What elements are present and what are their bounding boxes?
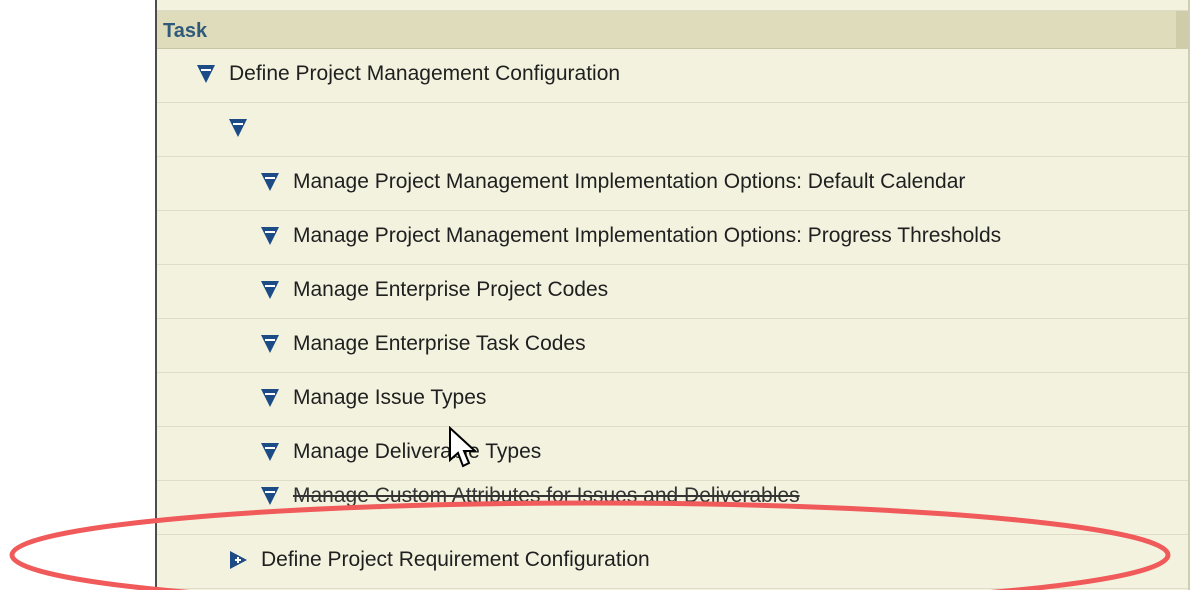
expanded-triangle-icon[interactable]: [259, 484, 281, 508]
tree-row-task[interactable]: Manage Enterprise Project Codes: [157, 265, 1188, 319]
task-column-header[interactable]: Task: [157, 11, 1188, 49]
tree-row-task[interactable]: Manage Enterprise Task Codes: [157, 319, 1188, 373]
tree-row-label: Define Project Management Configuration: [229, 62, 621, 85]
tree-row-label: Manage Issue Types: [293, 386, 487, 409]
table-top-strip: [157, 0, 1188, 11]
tree-row-label: Manage Enterprise Task Codes: [293, 332, 586, 355]
expanded-triangle-icon[interactable]: [227, 116, 249, 140]
tree-row-label: Manage Project Management Implementation…: [293, 224, 1002, 247]
expanded-triangle-icon[interactable]: [259, 278, 281, 302]
expanded-triangle-icon[interactable]: [259, 170, 281, 194]
expanded-triangle-icon[interactable]: [259, 386, 281, 410]
tree-row-collapsed[interactable]: Define Project Requirement Configuration: [157, 535, 1188, 589]
expanded-triangle-icon[interactable]: [195, 62, 217, 86]
tree-row-empty-node[interactable]: [157, 103, 1188, 157]
tree-row-label: Manage Deliverable Types: [293, 440, 542, 463]
tree-row-task[interactable]: Manage Project Management Implementation…: [157, 157, 1188, 211]
header-divider: [1176, 11, 1188, 49]
tree-row-label: Manage Custom Attributes for Issues and …: [293, 484, 800, 507]
tree-row-task-partially-obscured[interactable]: Manage Custom Attributes for Issues and …: [157, 481, 1188, 535]
task-tree-table: Task Define Project Management Configura…: [155, 0, 1190, 590]
tree-row-label: Manage Project Management Implementation…: [293, 170, 966, 193]
tree-row-label: Define Project Requirement Configuration: [261, 548, 650, 571]
expanded-triangle-icon[interactable]: [259, 332, 281, 356]
task-tree-screen: Task Define Project Management Configura…: [0, 0, 1190, 590]
tree-row-label: Manage Enterprise Project Codes: [293, 278, 609, 301]
expanded-triangle-icon[interactable]: [259, 440, 281, 464]
tree-row-root[interactable]: Define Project Management Configuration: [157, 49, 1188, 103]
expanded-triangle-icon[interactable]: [259, 224, 281, 248]
collapsed-triangle-icon[interactable]: [227, 548, 249, 572]
tree-row-task[interactable]: Manage Project Management Implementation…: [157, 211, 1188, 265]
task-header-label: Task: [163, 20, 208, 42]
tree-row-task[interactable]: Manage Deliverable Types: [157, 427, 1188, 481]
tree-row-task[interactable]: Manage Issue Types: [157, 373, 1188, 427]
